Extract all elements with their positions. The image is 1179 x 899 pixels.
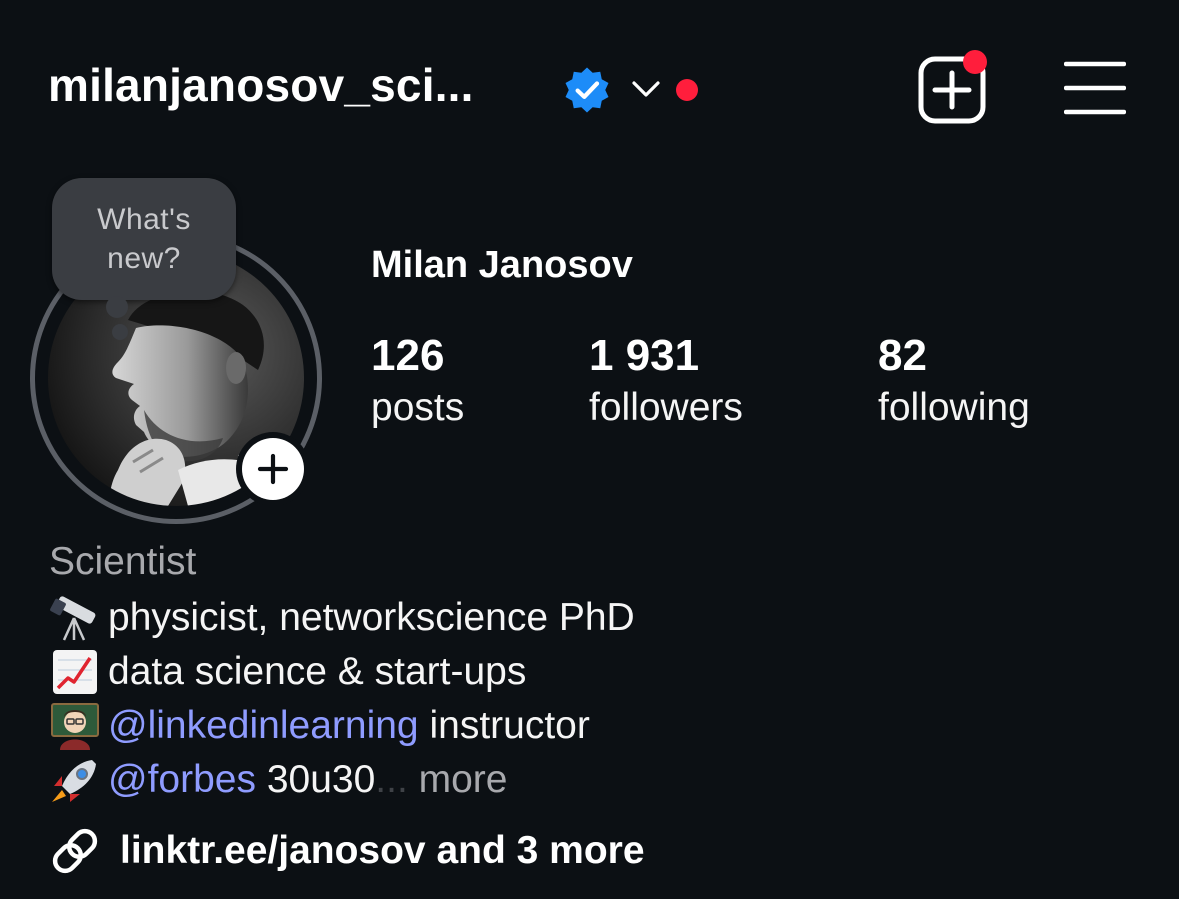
- link-text: linktr.ee/janosov and 3 more: [120, 829, 645, 872]
- bio-line: data science & start-ups: [48, 648, 526, 696]
- rocket-icon: [52, 760, 96, 802]
- mention-linkedinlearning[interactable]: @linkedinlearning: [108, 702, 419, 750]
- full-name: Milan Janosov: [371, 244, 633, 286]
- username-switcher[interactable]: milanjanosov_sci...: [48, 58, 474, 112]
- notification-dot: [676, 79, 698, 101]
- stat-following[interactable]: 82 following: [878, 330, 1030, 434]
- profile-page: milanjanosov_sci... What's new? Milan Ja…: [0, 0, 1179, 899]
- telescope-icon: [50, 596, 96, 641]
- bio-line: @forbes 30u30 ... more: [48, 756, 508, 804]
- chevron-down-icon[interactable]: [629, 74, 663, 104]
- external-link[interactable]: linktr.ee/janosov and 3 more: [48, 824, 645, 878]
- bio-line: physicist, networkscience PhD: [48, 594, 635, 642]
- stat-posts-label: posts: [371, 386, 465, 429]
- note-bubble-tail: [106, 296, 128, 318]
- bio-line-text: physicist, networkscience PhD: [108, 596, 635, 639]
- mention-forbes[interactable]: @forbes: [108, 756, 256, 804]
- stat-followers-label: followers: [589, 386, 743, 429]
- more-link[interactable]: more: [408, 756, 508, 804]
- note-bubble[interactable]: What's new?: [52, 178, 236, 300]
- bio-line-text: 30u30: [255, 758, 376, 801]
- bio-line: @linkedinlearning instructor: [48, 702, 590, 750]
- stat-followers-value: 1 931: [589, 331, 700, 380]
- chart-increasing-icon: [53, 650, 97, 694]
- link-icon: [52, 828, 98, 874]
- stat-followers[interactable]: 1 931 followers: [589, 330, 743, 434]
- bio-ellipsis: ...: [375, 758, 408, 801]
- add-story-circle: [242, 438, 304, 500]
- plus-icon: [257, 453, 289, 485]
- bio-line-text: instructor: [418, 704, 590, 747]
- verified-badge-icon: [565, 67, 609, 113]
- category-label: Scientist: [49, 540, 197, 583]
- menu-icon[interactable]: [1064, 60, 1126, 116]
- new-post-notification-dot: [963, 50, 987, 74]
- add-story-button[interactable]: [236, 432, 310, 506]
- stat-following-value: 82: [878, 331, 927, 380]
- teacher-icon: [51, 703, 99, 750]
- bio-line-text: data science & start-ups: [108, 650, 527, 693]
- note-text: What's new?: [97, 203, 191, 275]
- stat-following-label: following: [878, 386, 1030, 429]
- stat-posts-value: 126: [371, 331, 445, 380]
- note-bubble-tail-small: [112, 324, 128, 340]
- stat-posts[interactable]: 126 posts: [371, 330, 464, 434]
